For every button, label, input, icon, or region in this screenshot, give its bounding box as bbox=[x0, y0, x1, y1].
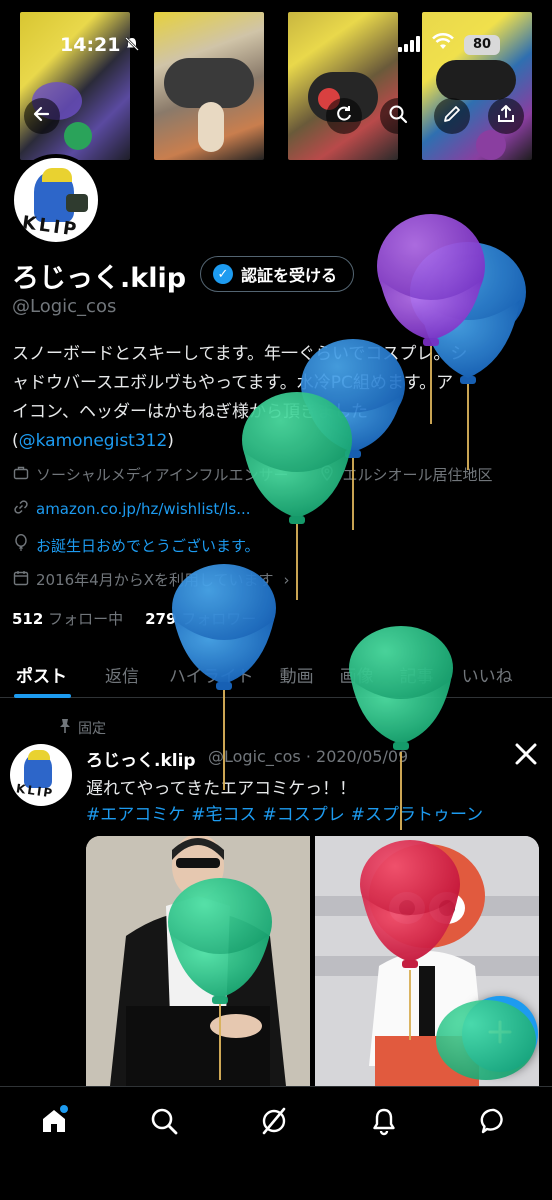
post-image-1[interactable] bbox=[86, 836, 310, 1086]
tab-likes[interactable]: いいね bbox=[446, 650, 525, 698]
bio-mention-link[interactable]: @kamonegist312 bbox=[19, 431, 168, 451]
post-author-meta: @Logic_cos · 2020/05/09 bbox=[208, 747, 409, 766]
profile-bio: スノーボードとスキーしてます。年一ぐらいでコスプレ。シ ャドウバースエボルヴもや… bbox=[12, 340, 542, 456]
hashtag-link[interactable]: #スプラトゥーン bbox=[351, 800, 483, 825]
refresh-button[interactable] bbox=[326, 98, 362, 134]
location-pin-icon bbox=[318, 464, 336, 485]
profile-tabs: ポスト 返信 ハイライト 動画 画像 記事 いいね bbox=[0, 650, 552, 698]
share-button[interactable] bbox=[488, 98, 524, 134]
profile-meta-category-location: ソーシャルメディアインフルエンサー エルシオール居住地区 bbox=[12, 464, 492, 485]
nav-grok[interactable] bbox=[254, 1103, 294, 1143]
pinned-label: 固定 bbox=[78, 721, 106, 737]
search-icon bbox=[149, 1106, 179, 1140]
profile-meta-joined[interactable]: 2016年4月からXを利用しています › bbox=[12, 569, 290, 590]
bio-line: (@kamonegist312) bbox=[12, 431, 174, 451]
share-icon bbox=[496, 104, 516, 129]
bio-line: ャドウバースエボルヴもやってます。水冷PC組めます。ア bbox=[12, 373, 454, 393]
post-author-handle: @Logic_cos bbox=[208, 747, 301, 766]
profile-website-link[interactable]: amazon.co.jp/hz/wishlist/ls... bbox=[36, 500, 251, 518]
link-icon bbox=[12, 499, 30, 519]
pinned-indicator: 固定 bbox=[58, 718, 106, 738]
profile-meta-birthday: お誕生日おめでとうございます。 bbox=[12, 533, 260, 556]
back-arrow-icon bbox=[32, 104, 52, 129]
battery-indicator: 80 bbox=[464, 35, 500, 55]
hashtag-link[interactable]: #エアコミケ bbox=[86, 800, 185, 825]
profile-banner[interactable]: 14:21 80 bbox=[0, 0, 552, 160]
following-stat[interactable]: 512 フォロー中 bbox=[12, 608, 123, 629]
post-author-avatar[interactable]: KLIP bbox=[10, 744, 72, 806]
profile-joined-date: 2016年4月からXを利用しています bbox=[36, 571, 274, 589]
nav-home[interactable] bbox=[34, 1103, 74, 1143]
post-date: 2020/05/09 bbox=[316, 747, 409, 766]
post-hashtags: #エアコミケ #宅コス #コスプレ #スプラトゥーン bbox=[86, 800, 483, 825]
balloon-icon bbox=[12, 533, 30, 556]
pin-icon bbox=[58, 718, 72, 738]
hashtag-link[interactable]: #宅コス bbox=[191, 800, 256, 825]
edit-icon bbox=[442, 104, 462, 129]
profile-name: ろじっく.klip bbox=[12, 263, 187, 294]
cellular-signal-icon bbox=[398, 36, 420, 52]
profile-category: ソーシャルメディアインフルエンサー bbox=[36, 466, 289, 484]
nav-search[interactable] bbox=[144, 1103, 184, 1143]
calendar-icon bbox=[12, 570, 30, 590]
tab-highlights[interactable]: ハイライト bbox=[151, 650, 266, 698]
tab-posts[interactable]: ポスト bbox=[0, 650, 79, 698]
edit-button[interactable] bbox=[434, 98, 470, 134]
tab-articles[interactable]: 記事 bbox=[386, 650, 446, 698]
follow-stats: 512 フォロー中 279 フォロワー bbox=[12, 608, 256, 629]
hashtag-link[interactable]: #コスプレ bbox=[263, 800, 345, 825]
nav-notifications[interactable] bbox=[364, 1103, 404, 1143]
tab-replies[interactable]: 返信 bbox=[79, 650, 151, 698]
search-icon bbox=[388, 104, 408, 129]
tab-media[interactable]: 画像 bbox=[326, 650, 386, 698]
notifications-icon bbox=[369, 1106, 399, 1140]
wifi-icon bbox=[432, 33, 454, 56]
nav-messages[interactable] bbox=[474, 1103, 514, 1143]
briefcase-icon bbox=[12, 465, 30, 485]
profile-birthday: お誕生日おめでとうございます。 bbox=[36, 536, 260, 555]
notification-dot bbox=[60, 1105, 68, 1113]
status-time: 14:21 bbox=[60, 34, 121, 56]
profile-avatar[interactable]: KLIP bbox=[10, 154, 102, 246]
bio-line: イコン、ヘッダーはかもねぎ様から頂きました bbox=[12, 402, 368, 422]
profile-meta-link: amazon.co.jp/hz/wishlist/ls... bbox=[12, 499, 251, 519]
grok-icon bbox=[259, 1106, 289, 1140]
silent-bell-icon bbox=[124, 36, 140, 56]
verified-badge-icon: ✓ bbox=[213, 264, 233, 284]
status-bar: 14:21 80 bbox=[0, 30, 552, 60]
tab-videos[interactable]: 動画 bbox=[266, 650, 326, 698]
profile-location: エルシオール居住地区 bbox=[342, 466, 493, 484]
post-author-name[interactable]: ろじっく.klip bbox=[86, 746, 196, 771]
plus-icon bbox=[486, 1014, 514, 1055]
search-button[interactable] bbox=[380, 98, 416, 134]
get-verified-label: 認証を受ける bbox=[241, 266, 338, 285]
chevron-right-icon: › bbox=[283, 570, 290, 589]
back-button[interactable] bbox=[24, 98, 60, 134]
messages-icon bbox=[479, 1106, 509, 1140]
bottom-navigation bbox=[0, 1086, 552, 1200]
refresh-icon bbox=[334, 104, 354, 129]
bio-line: スノーボードとスキーしてます。年一ぐらいでコスプレ。シ bbox=[12, 344, 468, 364]
post-text: 遅れてやってきたエアコミケっ！！ bbox=[86, 779, 357, 799]
followers-stat[interactable]: 279 フォロワー bbox=[145, 608, 256, 629]
x-logo-icon[interactable] bbox=[514, 742, 538, 772]
compose-post-button[interactable] bbox=[462, 996, 538, 1072]
get-verified-button[interactable]: ✓ 認証を受ける bbox=[200, 256, 355, 292]
profile-handle: @Logic_cos bbox=[12, 296, 117, 317]
